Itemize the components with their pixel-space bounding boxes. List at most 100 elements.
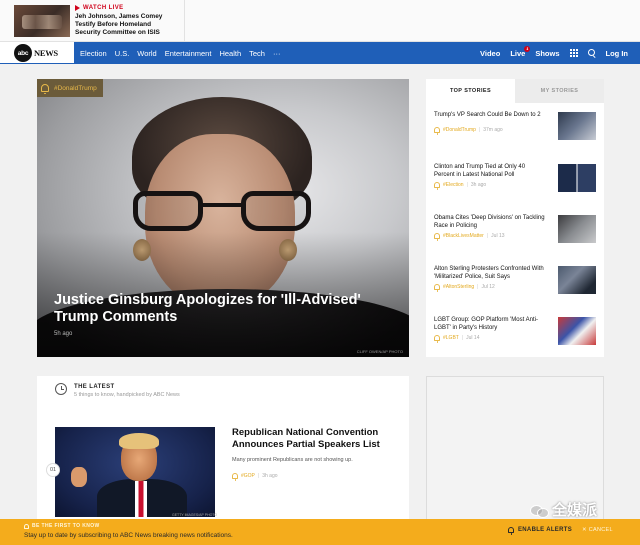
story-tag[interactable]: #BlackLivesMatter: [443, 233, 484, 239]
nav-video[interactable]: Video: [480, 49, 500, 58]
nav-item-entertainment[interactable]: Entertainment: [165, 49, 212, 58]
bell-icon[interactable]: [434, 127, 440, 135]
abc-logo-circle: abc: [14, 44, 32, 62]
bell-icon: [508, 527, 514, 535]
story-thumbnail[interactable]: [558, 266, 596, 294]
image-hair: [119, 433, 159, 449]
story-meta: #AltonSterling | Jul 12: [434, 284, 495, 292]
latest-title: THE LATEST: [74, 384, 115, 390]
watch-live-label: WATCH LIVE: [75, 5, 124, 11]
story-time: 37m ago: [483, 127, 503, 133]
image-shirt: [135, 481, 147, 517]
story-item[interactable]: Clinton and Trump Tied at Only 40 Percen…: [434, 164, 596, 194]
meta-separator: |: [466, 182, 468, 188]
alert-kicker-text: BE THE FIRST TO KNOW: [32, 523, 100, 529]
play-icon: [75, 5, 80, 11]
nav-shows[interactable]: Shows: [535, 49, 559, 58]
latest-description: Many prominent Republicans are not showi…: [232, 457, 353, 463]
watch-live-headline[interactable]: Jeh Johnson, James Comey Testify Before …: [75, 13, 175, 37]
latest-time: 3h ago: [262, 473, 278, 479]
story-title[interactable]: Clinton and Trump Tied at Only 40 Percen…: [434, 164, 546, 179]
strip-divider: [184, 0, 185, 42]
tab-top-stories[interactable]: TOP STORIES: [426, 79, 515, 103]
nav-item-election[interactable]: Election: [80, 49, 107, 58]
hero-tag-text: #DonaldTrump: [54, 84, 97, 92]
abc-news-logo[interactable]: abc NEWS: [0, 42, 74, 64]
story-thumbnail[interactable]: [558, 317, 596, 345]
story-time: Jul 14: [466, 335, 480, 341]
story-time: Jul 13: [491, 233, 505, 239]
story-thumbnail[interactable]: [558, 215, 596, 243]
nav-more-button[interactable]: ···: [273, 49, 281, 58]
bell-icon[interactable]: [434, 284, 440, 292]
story-title[interactable]: LGBT Group: GOP Platform 'Most Anti-LGBT…: [434, 317, 546, 332]
nav-item-health[interactable]: Health: [219, 49, 241, 58]
cancel-button[interactable]: ✕ CANCEL: [582, 527, 613, 533]
story-tag[interactable]: #AltonSterling: [443, 284, 474, 290]
nav-right: Video Live 1 Shows Log In: [480, 42, 628, 64]
story-item[interactable]: Trump's VP Search Could Be Down to 2 #Do…: [434, 112, 596, 142]
search-icon[interactable]: [587, 49, 596, 57]
meta-separator: |: [478, 127, 481, 133]
image-hand: [71, 467, 87, 487]
story-meta: #LGBT | Jul 14: [434, 335, 480, 343]
bell-icon: [41, 84, 49, 94]
story-item[interactable]: Alton Sterling Protesters Confronted Wit…: [434, 266, 596, 296]
top-stories-panel: TOP STORIES MY STORIES Trump's VP Search…: [426, 79, 604, 357]
latest-tag[interactable]: #GOP: [241, 473, 255, 479]
story-title[interactable]: Alton Sterling Protesters Confronted Wit…: [434, 266, 546, 281]
story-item[interactable]: LGBT Group: GOP Platform 'Most Anti-LGBT…: [434, 317, 596, 347]
nav-item-us[interactable]: U.S.: [115, 49, 130, 58]
hero-story[interactable]: #DonaldTrump Justice Ginsburg Apologizes…: [37, 79, 409, 357]
story-thumbnail[interactable]: [558, 164, 596, 192]
bell-icon[interactable]: [232, 473, 238, 481]
bell-icon[interactable]: [434, 335, 440, 343]
alert-kicker: BE THE FIRST TO KNOW: [24, 523, 100, 529]
bell-icon[interactable]: [434, 182, 440, 190]
wechat-logo-icon: [530, 503, 549, 518]
latest-meta: #GOP | 3h ago: [232, 473, 278, 481]
story-title[interactable]: Obama Cites 'Deep Divisions' on Tackling…: [434, 215, 546, 230]
story-time: 3h ago: [470, 182, 487, 188]
nav-item-tech[interactable]: Tech: [249, 49, 265, 58]
story-meta: #BlackLivesMatter | Jul 13: [434, 233, 505, 241]
meta-separator: |: [461, 335, 464, 341]
nav-links: Election U.S. World Entertainment Health…: [80, 42, 280, 64]
alert-text: Stay up to date by subscribing to ABC Ne…: [24, 532, 233, 539]
meta-separator: |: [477, 284, 479, 290]
hero-title[interactable]: Justice Ginsburg Apologizes for 'Ill-Adv…: [54, 292, 384, 326]
apps-grid-icon[interactable]: [569, 49, 578, 57]
story-meta: #Election | 3h ago: [434, 182, 487, 190]
story-time: Jul 12: [481, 284, 495, 290]
enable-alerts-label: ENABLE ALERTS: [518, 527, 573, 533]
watch-live-strip: WATCH LIVE Jeh Johnson, James Comey Test…: [0, 0, 640, 42]
tab-my-stories[interactable]: MY STORIES: [515, 79, 604, 103]
story-title[interactable]: Trump's VP Search Could Be Down to 2: [434, 112, 546, 120]
latest-subtitle: 5 things to know, handpicked by ABC News: [74, 392, 180, 398]
latest-story-image[interactable]: [55, 427, 215, 517]
story-tag[interactable]: #DonaldTrump: [443, 127, 476, 133]
nav-item-world[interactable]: World: [137, 49, 156, 58]
nav-live[interactable]: Live 1: [510, 45, 531, 58]
watermark: 全媒派: [530, 499, 597, 520]
logo-news-text: NEWS: [34, 48, 58, 58]
enable-alerts-button[interactable]: ENABLE ALERTS: [508, 527, 573, 535]
hero-tag[interactable]: #DonaldTrump: [37, 79, 103, 97]
story-thumbnail[interactable]: [558, 112, 596, 140]
latest-item-number[interactable]: 01: [46, 463, 60, 477]
watch-live-label-text: WATCH LIVE: [83, 5, 124, 11]
clock-icon: [55, 383, 67, 395]
watch-live-thumbnail[interactable]: [14, 5, 70, 37]
hero-time: 5h ago: [54, 331, 73, 337]
story-item[interactable]: Obama Cites 'Deep Divisions' on Tackling…: [434, 215, 596, 245]
login-link[interactable]: Log In: [606, 49, 629, 58]
story-tag[interactable]: #LGBT: [443, 335, 459, 341]
meta-separator: |: [486, 233, 489, 239]
hero-photo-credit: CLIFF OWEN/AP PHOTO: [356, 349, 403, 354]
stories-tabs: TOP STORIES MY STORIES: [426, 79, 604, 103]
story-tag[interactable]: #Election: [443, 182, 464, 188]
latest-headline[interactable]: Republican National Convention Announces…: [232, 427, 402, 451]
bell-icon[interactable]: [434, 233, 440, 241]
bell-icon: [24, 523, 29, 529]
the-latest-section: THE LATEST 5 things to know, handpicked …: [37, 376, 409, 526]
